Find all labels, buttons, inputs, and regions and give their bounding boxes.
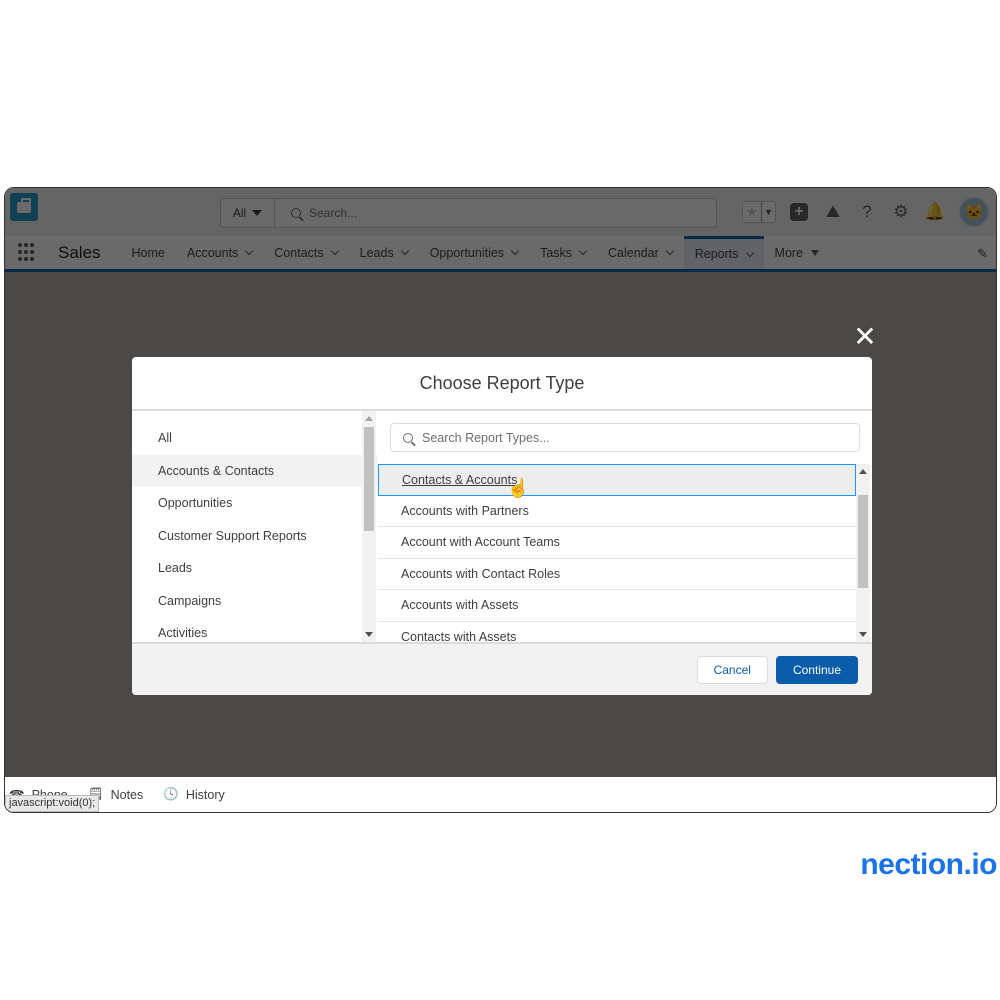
- search-icon: [403, 432, 413, 443]
- category-item[interactable]: All: [132, 422, 378, 455]
- clock-icon: 🕓: [163, 787, 179, 801]
- category-item[interactable]: Opportunities: [132, 487, 378, 520]
- app-window: All Search... ★ ▼ + ⛰ ? ⚙ 🔔 🐱 Sales Home…: [4, 187, 997, 813]
- scroll-up-arrow-icon[interactable]: [365, 416, 373, 421]
- category-item[interactable]: Accounts & Contacts: [132, 454, 378, 487]
- choose-report-type-modal: Choose Report Type All Accounts & Contac…: [132, 357, 872, 695]
- report-type-list: Contacts & Accounts ☝ Accounts with Part…: [378, 464, 856, 642]
- utility-label: Notes: [110, 787, 144, 802]
- scrollbar-thumb[interactable]: [858, 495, 868, 588]
- scroll-up-arrow-icon[interactable]: [859, 469, 867, 474]
- scroll-down-arrow-icon[interactable]: [365, 632, 373, 637]
- modal-title: Choose Report Type: [132, 357, 872, 411]
- report-type-item[interactable]: Account with Account Teams: [378, 527, 856, 559]
- report-type-scrollbar[interactable]: [856, 464, 870, 642]
- scrollbar-thumb[interactable]: [364, 427, 374, 531]
- modal-content: All Accounts & Contacts Opportunities Cu…: [132, 411, 872, 642]
- status-bar-tooltip: javascript:void(0);: [5, 795, 100, 812]
- report-type-search-input[interactable]: Search Report Types...: [390, 423, 860, 452]
- report-type-panel: Search Report Types... Contacts & Accoun…: [378, 411, 872, 642]
- scroll-down-arrow-icon[interactable]: [859, 632, 867, 637]
- hand-pointer-cursor-icon: ☝: [507, 478, 530, 498]
- report-type-label: Contacts & Accounts: [402, 472, 518, 487]
- category-item[interactable]: Customer Support Reports: [132, 520, 378, 553]
- cancel-button[interactable]: Cancel: [696, 655, 768, 684]
- report-type-item[interactable]: Accounts with Contact Roles: [378, 558, 856, 590]
- report-type-item[interactable]: Contacts & Accounts ☝: [378, 464, 856, 498]
- search-placeholder: Search Report Types...: [422, 430, 550, 445]
- utility-item-history[interactable]: 🕓 History: [163, 787, 224, 802]
- report-type-item[interactable]: Accounts with Partners: [378, 495, 856, 527]
- category-item[interactable]: Leads: [132, 552, 378, 585]
- close-icon[interactable]: ✕: [850, 322, 880, 352]
- utility-label: History: [185, 787, 225, 802]
- continue-button[interactable]: Continue: [775, 655, 858, 684]
- category-scrollbar[interactable]: [362, 411, 376, 642]
- category-item[interactable]: Campaigns: [132, 585, 378, 618]
- category-panel: All Accounts & Contacts Opportunities Cu…: [132, 411, 378, 642]
- report-type-item[interactable]: Contacts with Assets: [378, 621, 856, 642]
- modal-footer: Cancel Continue: [132, 642, 872, 695]
- utility-bar: ☎Phone 🗒Notes 🕓History javascript:void(0…: [5, 777, 996, 812]
- category-list: All Accounts & Contacts Opportunities Cu…: [132, 411, 378, 650]
- watermark-text: nection.io: [860, 848, 997, 881]
- report-type-item[interactable]: Accounts with Assets: [378, 590, 856, 622]
